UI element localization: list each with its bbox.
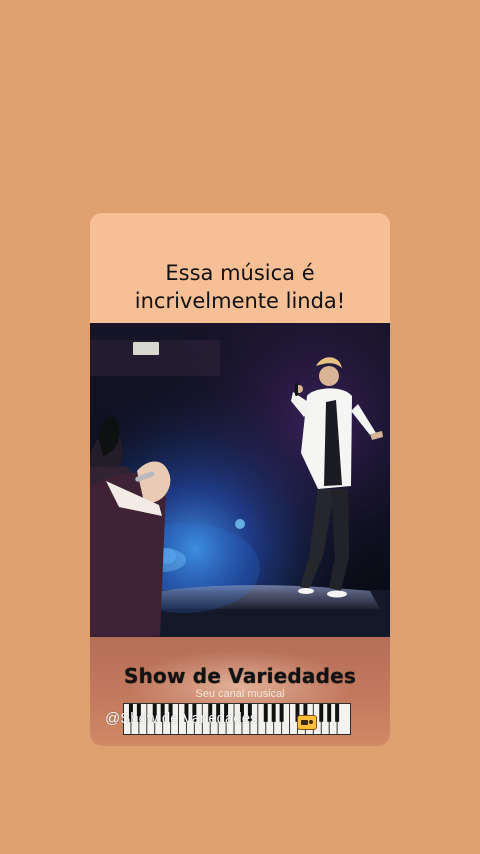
channel-handle[interactable]: @Show de Variedades [105, 710, 258, 727]
headline-line-2: incrivelmente linda! [134, 289, 346, 313]
channel-subtitle: Seu canal musical [195, 688, 285, 700]
channel-footer: Show de Variedades Seu canal musical @Sh… [90, 637, 390, 746]
exit-sign [133, 342, 159, 355]
content-card: Essa música é incrivelmente linda! Show … [90, 213, 390, 746]
show-title: Show de Variedades [123, 664, 357, 688]
concert-video-frame [90, 323, 390, 637]
card-header: Essa música é incrivelmente linda! [90, 213, 390, 323]
radio-icon [297, 715, 317, 730]
video-player[interactable] [90, 323, 390, 637]
headline-line-1: Essa música é [165, 261, 315, 285]
headline: Essa música é incrivelmente linda! [90, 259, 390, 315]
reel-page: Essa música é incrivelmente linda! Show … [0, 0, 480, 854]
